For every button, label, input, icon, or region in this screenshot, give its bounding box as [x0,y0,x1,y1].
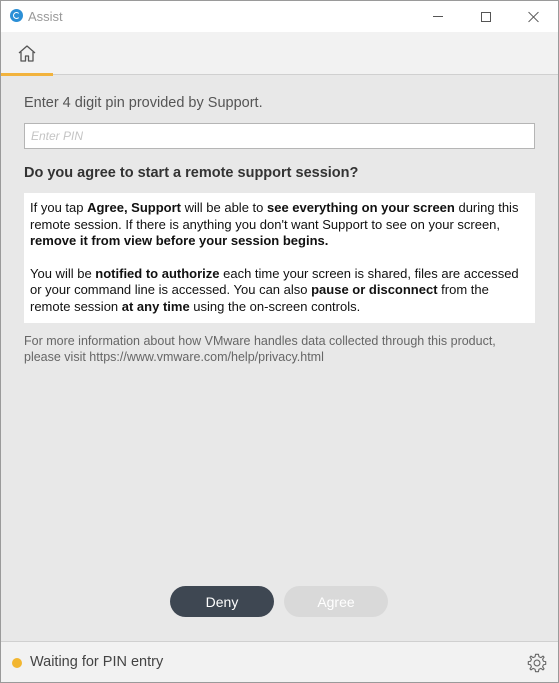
assist-window: Assist Enter 4 digit pin provided by Sup… [0,0,559,683]
pin-input[interactable] [24,123,535,149]
app-logo-icon [10,9,23,22]
tab-home[interactable] [1,32,53,76]
home-icon [18,45,36,62]
maximize-icon [481,11,491,22]
consent-paragraph-1: If you tap Agree, Support will be able t… [30,200,519,248]
consent-question: Do you agree to start a remote support s… [24,165,359,181]
title-bar[interactable]: Assist [1,1,558,32]
close-button[interactable] [511,1,557,32]
maximize-button[interactable] [463,1,509,32]
status-bar: Waiting for PIN entry [1,641,558,682]
status-text: Waiting for PIN entry [30,654,164,670]
pin-label: Enter 4 digit pin provided by Support. [24,95,263,111]
agree-button[interactable]: Agree [284,586,388,617]
deny-button[interactable]: Deny [170,586,274,617]
close-icon [528,11,540,23]
privacy-note: For more information about how VMware ha… [24,334,496,364]
window-title: Assist [28,9,63,24]
minimize-icon [433,16,443,17]
status-indicator [12,658,22,668]
minimize-button[interactable] [415,1,461,32]
consent-info-box: If you tap Agree, Support will be able t… [24,193,535,323]
consent-paragraph-2: You will be notified to authorize each t… [30,265,519,314]
tab-bar [1,32,558,76]
settings-gear-icon[interactable] [526,652,548,674]
active-tab-indicator [1,73,53,76]
